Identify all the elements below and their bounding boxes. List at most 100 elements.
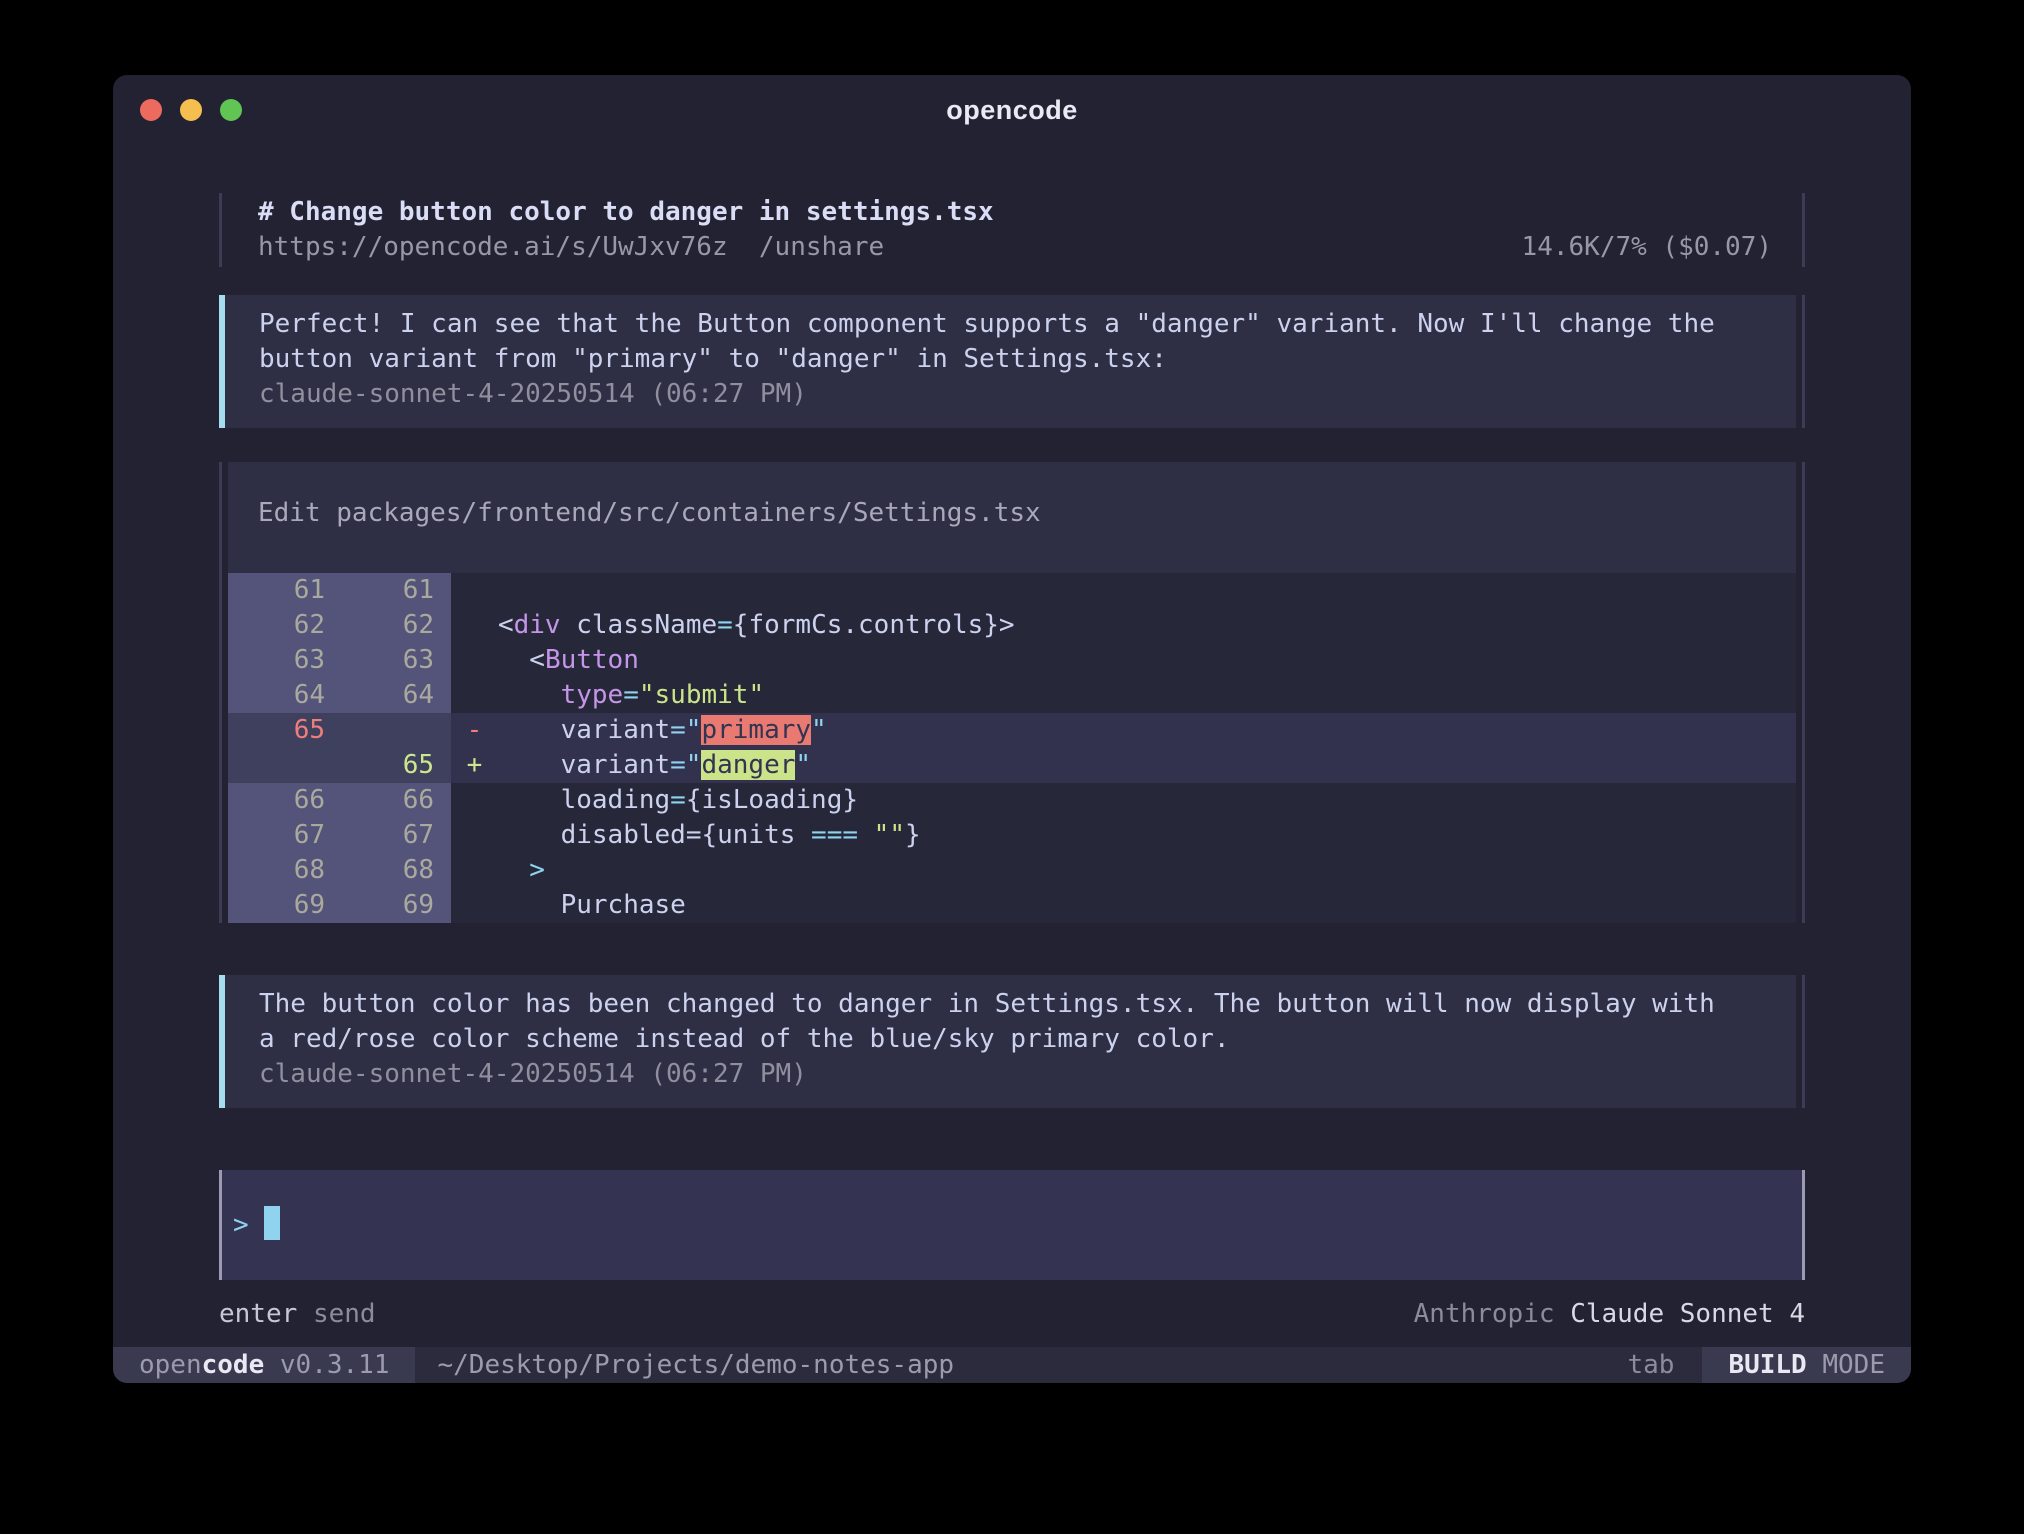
enter-key-hint: enter (219, 1294, 297, 1334)
new-line-number: 65 (325, 748, 434, 783)
new-line-number: 61 (325, 573, 434, 608)
old-line-number: 62 (228, 608, 325, 643)
app-version: v0.3.11 (264, 1350, 389, 1380)
unshare-command: /unshare (759, 230, 884, 265)
working-directory: ~/Desktop/Projects/demo-notes-app (437, 1350, 954, 1380)
diff-code-line: <Button (451, 643, 1796, 678)
edit-tool-block: Edit packages/frontend/src/containers/Se… (219, 462, 1805, 923)
diff-marker (451, 645, 498, 675)
diff-code-line: Purchase (451, 888, 1796, 923)
old-line-number: 69 (228, 888, 325, 923)
new-line-number: 69 (325, 888, 434, 923)
old-line-number: 65 (228, 713, 325, 748)
diff-marker (451, 575, 498, 605)
diff-row: 6969 Purchase (228, 888, 1796, 923)
diff-marker (451, 820, 498, 850)
model-label: Claude Sonnet 4 (1570, 1294, 1805, 1334)
new-line-number: 62 (325, 608, 434, 643)
mode-primary: BUILD (1728, 1350, 1806, 1380)
message-text-line: button variant from "primary" to "danger… (259, 342, 1776, 377)
diff-line-gutter: 6666 (228, 783, 451, 818)
diff-marker (451, 785, 498, 815)
new-line-number: 67 (325, 818, 434, 853)
assistant-message-body: Perfect! I can see that the Button compo… (225, 295, 1796, 428)
hint-footer: enter send Anthropic Claude Sonnet 4 (219, 1294, 1805, 1334)
diff-marker (451, 890, 498, 920)
assistant-message-body: The button color has been changed to dan… (225, 975, 1796, 1108)
diff-row: 6666 loading={isLoading} (228, 783, 1796, 818)
edit-tool-title: Edit packages/frontend/src/containers/Se… (228, 462, 1796, 573)
context-usage-stats: 14.6K/7% ($0.07) (1522, 230, 1772, 265)
diff-code-line: disabled={units === ""} (451, 818, 1796, 853)
title-bar[interactable]: opencode (113, 75, 1911, 145)
session-meta: https://opencode.ai/s/UwJxv76z /unshare … (258, 230, 1772, 265)
diff-code-line: + variant="danger" (451, 748, 1796, 783)
message-text-line: a red/rose color scheme instead of the b… (259, 1022, 1776, 1057)
old-line-number: 66 (228, 783, 325, 818)
new-line-number: 66 (325, 783, 434, 818)
diff-marker (451, 855, 498, 885)
old-line-number: 64 (228, 678, 325, 713)
diff-line-gutter: 6161 (228, 573, 451, 608)
old-line-number (228, 748, 325, 783)
window-title: opencode (113, 95, 1911, 126)
diff-view: 6161 6262 <div className={formCs.control… (228, 573, 1796, 923)
status-bar: opencode v0.3.11 ~/Desktop/Projects/demo… (113, 1347, 1911, 1383)
message-text-line: Perfect! I can see that the Button compo… (259, 307, 1776, 342)
new-line-number (325, 713, 434, 748)
session-title: # Change button color to danger in setti… (258, 195, 1772, 230)
tab-key-hint: tab (1627, 1350, 1674, 1380)
diff-code-line (451, 573, 1796, 608)
text-cursor (264, 1206, 280, 1240)
diff-line-gutter: 6969 (228, 888, 451, 923)
diff-row: 6464 type="submit" (228, 678, 1796, 713)
diff-row: 6868 > (228, 853, 1796, 888)
old-line-number: 63 (228, 643, 325, 678)
prompt-symbol: > (233, 1210, 264, 1240)
mode-segment: BUILD MODE (1702, 1347, 1911, 1383)
old-line-number: 61 (228, 573, 325, 608)
diff-marker: + (451, 750, 498, 780)
diff-row: 6767 disabled={units === ""} (228, 818, 1796, 853)
model-timestamp-line: claude-sonnet-4-20250514 (06:27 PM) (259, 377, 1776, 412)
diff-marker (451, 680, 498, 710)
diff-line-gutter: 6262 (228, 608, 451, 643)
new-line-number: 63 (325, 643, 434, 678)
provider-label: Anthropic (1414, 1294, 1571, 1334)
app-name-suffix: code (202, 1350, 265, 1380)
conversation-area: # Change button color to danger in setti… (113, 193, 1911, 1334)
diff-marker (451, 610, 498, 640)
diff-row: 6161 (228, 573, 1796, 608)
send-action-hint: send (313, 1294, 376, 1334)
diff-line-gutter: 6464 (228, 678, 451, 713)
app-name-prefix: open (139, 1350, 202, 1380)
model-timestamp-line: claude-sonnet-4-20250514 (06:27 PM) (259, 1057, 1776, 1092)
diff-row: 6262 <div className={formCs.controls}> (228, 608, 1796, 643)
diff-code-line: type="submit" (451, 678, 1796, 713)
old-line-number: 68 (228, 853, 325, 888)
mode-secondary: MODE (1807, 1350, 1885, 1380)
diff-code-line: loading={isLoading} (451, 783, 1796, 818)
diff-code-line: - variant="primary" (451, 713, 1796, 748)
old-line-number: 67 (228, 818, 325, 853)
diff-row: 65 + variant="danger" (228, 748, 1796, 783)
diff-line-gutter: 6767 (228, 818, 451, 853)
diff-line-gutter: 6868 (228, 853, 451, 888)
diff-code-line: > (451, 853, 1796, 888)
prompt-input[interactable]: > (219, 1170, 1805, 1280)
desktop: opencode # Change button color to danger… (0, 0, 2024, 1534)
diff-marker: - (451, 715, 498, 745)
app-version-segment: opencode v0.3.11 (113, 1347, 415, 1383)
diff-line-gutter: 65 (228, 748, 451, 783)
message-text-line: The button color has been changed to dan… (259, 987, 1776, 1022)
diff-code-line: <div className={formCs.controls}> (451, 608, 1796, 643)
diff-line-gutter: 6363 (228, 643, 451, 678)
assistant-message: Perfect! I can see that the Button compo… (219, 295, 1805, 428)
session-header: # Change button color to danger in setti… (219, 193, 1805, 267)
opencode-window: opencode # Change button color to danger… (113, 75, 1911, 1383)
assistant-message: The button color has been changed to dan… (219, 975, 1805, 1108)
new-line-number: 68 (325, 853, 434, 888)
diff-row: 65 - variant="primary" (228, 713, 1796, 748)
new-line-number: 64 (325, 678, 434, 713)
share-url-link[interactable]: https://opencode.ai/s/UwJxv76z (258, 230, 728, 265)
